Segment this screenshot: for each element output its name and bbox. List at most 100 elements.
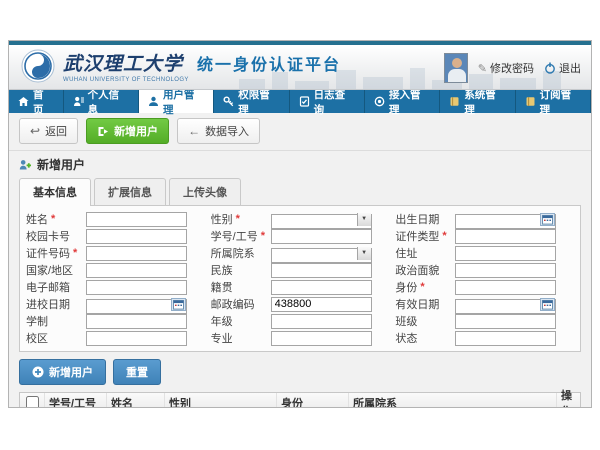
platform-title: 统一身份认证平台	[197, 51, 341, 75]
field-label: 国家/地区	[26, 262, 86, 278]
field-label: 校园卡号	[26, 228, 86, 244]
nav-label: 首页	[33, 87, 54, 117]
log-query-icon	[299, 96, 310, 107]
field-label: 专业	[211, 330, 271, 346]
native-place-input[interactable]	[271, 280, 372, 295]
nav-item-access-management[interactable]: 接入管理	[365, 90, 440, 113]
back-button[interactable]: ↩ 返回	[19, 118, 78, 144]
calendar-icon[interactable]	[540, 213, 555, 226]
form-field-postcode: 邮政编码	[211, 296, 390, 312]
reset-label: 重置	[126, 364, 148, 380]
class-input[interactable]	[455, 314, 556, 329]
submit-label: 新增用户	[49, 364, 93, 380]
avatar-head	[452, 58, 462, 68]
col-gender: 性别	[164, 393, 276, 408]
major-input[interactable]	[271, 331, 372, 346]
name-input[interactable]	[86, 212, 187, 227]
power-icon	[544, 62, 556, 74]
field-label: 身份*	[395, 279, 455, 295]
student-id-input[interactable]	[271, 229, 372, 244]
avatar-body	[448, 69, 466, 83]
required-mark: *	[73, 247, 77, 259]
field-label: 政治面貌	[395, 262, 455, 278]
nav-label: 权限管理	[238, 87, 279, 117]
grade-input[interactable]	[271, 314, 372, 329]
calendar-icon[interactable]	[540, 298, 555, 311]
field-label: 有效日期	[395, 296, 455, 312]
campus-card-input[interactable]	[86, 229, 187, 244]
content-area: ↩ 返回 新增用户 ← 数据导入 新增用户 基本信息 扩展信息	[9, 118, 591, 408]
field-label: 学号/工号*	[211, 228, 271, 244]
import-label: 数据导入	[205, 123, 249, 139]
tab-basic-info[interactable]: 基本信息	[19, 178, 91, 206]
country-input[interactable]	[86, 263, 187, 278]
section-title-text: 新增用户	[37, 156, 85, 173]
university-subtitle: WUHAN UNIVERSITY OF TECHNOLOGY	[63, 77, 341, 83]
plus-circle-icon	[32, 366, 44, 378]
form-field-campus: 校区	[26, 330, 205, 346]
section-title: 新增用户	[19, 156, 581, 173]
nav-item-user-management[interactable]: 用户管理	[139, 90, 214, 113]
form-field-address: 住址	[395, 245, 574, 261]
nav-label: 用户管理	[163, 87, 204, 117]
form-field-name: 姓名*	[26, 211, 205, 227]
import-arrow-icon: ←	[188, 126, 200, 136]
id-number-input[interactable]	[86, 246, 187, 261]
table-header-row: 学号/工号 姓名 性别 身份 所属院系 操作	[20, 393, 580, 408]
field-label: 学制	[26, 313, 86, 329]
app-header: 武汉理工大学 统一身份认证平台 WUHAN UNIVERSITY OF TECH…	[9, 45, 591, 90]
change-password-link[interactable]: ✎ 修改密码	[478, 60, 534, 76]
form-field-id-number: 证件号码*	[26, 245, 205, 261]
header-user-area: ✎ 修改密码 退出	[444, 53, 581, 83]
study-length-input[interactable]	[86, 314, 187, 329]
nav-item-profile[interactable]: 个人信息	[64, 90, 139, 113]
email-input[interactable]	[86, 280, 187, 295]
nav-item-home[interactable]: 首页	[9, 90, 64, 113]
postcode-input[interactable]	[271, 297, 372, 312]
import-data-button[interactable]: ← 数据导入	[177, 118, 260, 144]
field-label: 性别*	[211, 211, 271, 227]
col-name: 姓名	[106, 393, 164, 408]
form-field-gender: 性别* ▼	[211, 211, 390, 227]
field-label: 进校日期	[26, 296, 86, 312]
form-field-native-place: 籍贯	[211, 279, 390, 295]
logout-link[interactable]: 退出	[544, 60, 581, 76]
nav-label: 接入管理	[389, 87, 430, 117]
add-user-toolbar-button[interactable]: 新增用户	[86, 118, 169, 144]
field-label: 邮政编码	[211, 296, 271, 312]
form-field-department: 所属院系 ▼	[211, 245, 390, 261]
field-label: 班级	[395, 313, 455, 329]
add-user-icon	[97, 126, 109, 137]
submit-add-user-button[interactable]: 新增用户	[19, 359, 106, 385]
form-field-identity: 身份*	[395, 279, 574, 295]
political-status-input[interactable]	[455, 263, 556, 278]
nav-item-system-management[interactable]: 系统管理	[440, 90, 515, 113]
nav-item-log-query[interactable]: 日志查询	[290, 90, 365, 113]
address-input[interactable]	[455, 246, 556, 261]
reset-button[interactable]: 重置	[113, 359, 161, 385]
campus-input[interactable]	[86, 331, 187, 346]
form-field-id-type: 证件类型*	[395, 228, 574, 244]
select-all-checkbox[interactable]	[26, 396, 39, 408]
ethnicity-input[interactable]	[271, 263, 372, 278]
tab-upload-photo[interactable]: 上传头像	[169, 178, 241, 205]
nav-item-subscription-management[interactable]: 订阅管理	[516, 90, 591, 113]
identity-input[interactable]	[455, 280, 556, 295]
pencil-icon: ✎	[478, 62, 487, 75]
tab-extended-info[interactable]: 扩展信息	[94, 178, 166, 205]
back-label: 返回	[45, 123, 67, 139]
col-department: 所属院系	[348, 393, 556, 408]
university-name: 武汉理工大学	[63, 49, 183, 76]
chevron-down-icon[interactable]: ▼	[357, 247, 371, 260]
chevron-down-icon[interactable]: ▼	[357, 213, 371, 226]
nav-item-permissions[interactable]: 权限管理	[214, 90, 289, 113]
calendar-icon[interactable]	[171, 298, 186, 311]
university-logo	[21, 49, 55, 83]
status-input[interactable]	[455, 331, 556, 346]
field-label: 所属院系	[211, 245, 271, 261]
add-user-label: 新增用户	[114, 123, 158, 139]
required-mark: *	[442, 230, 446, 242]
id-type-input[interactable]	[455, 229, 556, 244]
field-label: 住址	[395, 245, 455, 261]
form-field-ethnicity: 民族	[211, 262, 390, 278]
